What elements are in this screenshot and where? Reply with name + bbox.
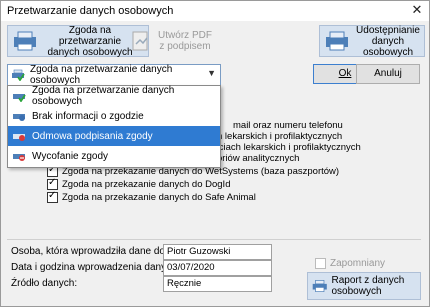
share-data-label: Udostępnianie danych osobowych <box>356 24 420 58</box>
cancel-button[interactable]: Anuluj <box>356 64 420 84</box>
checkbox-row[interactable]: Zgoda na przekazanie danych do Safe Anim… <box>47 190 256 203</box>
checkbox-label: oriów analitycznych <box>217 152 300 164</box>
printer-icon <box>312 280 327 292</box>
option-refusal[interactable]: Odmowa podpisania zgody <box>8 126 220 146</box>
checkbox-label: mail oraz numeru telefonu <box>233 119 343 131</box>
chevron-down-icon[interactable]: ▼ <box>207 68 216 78</box>
share-data-button[interactable]: Udostępnianie danych osobowych <box>319 24 425 58</box>
printer-icon <box>14 31 36 51</box>
source-label: Źródło danych: <box>11 278 78 289</box>
checkbox[interactable] <box>47 190 58 203</box>
select-value: Zgoda na przetwarzanie danych osobowych <box>30 64 173 86</box>
title-bar: Przetwarzanie danych osobowych ✕ <box>1 1 429 21</box>
option-no-info[interactable]: Brak informacji o zgodzie <box>8 106 220 126</box>
checkbox-label: Zgoda na przekazanie danych do Safe Anim… <box>62 191 256 203</box>
dialog-window: Przetwarzanie danych osobowych ✕ Zgoda n… <box>0 0 430 307</box>
signature-pdf-icon <box>132 31 148 51</box>
source-field[interactable]: Ręcznie <box>163 276 272 292</box>
entered-by-field[interactable]: Piotr Guzowski <box>163 244 272 260</box>
printer-icon <box>12 69 25 81</box>
close-icon[interactable]: ✕ <box>409 2 425 18</box>
option-withdrawal[interactable]: Wycofanie zgody <box>8 146 220 166</box>
forgotten-checkbox[interactable] <box>315 258 326 269</box>
checkbox-label: ściach lekarskich i profilaktycznych <box>214 141 361 153</box>
option-label: Brak informacji o zgodzie <box>32 110 144 122</box>
report-button-label: Raport z danych osobowych <box>331 275 405 297</box>
printer-share-icon <box>326 31 348 51</box>
date-label: Data i godzina wprowadzenia danych: <box>11 262 180 273</box>
checkbox-label: Zgoda na przekazanie danych do DogId <box>62 178 231 190</box>
option-label: Odmowa podpisania zgody <box>32 130 153 142</box>
option-label: Zgoda na przetwarzanie danych osobowych <box>32 85 175 107</box>
consent-type-dropdown: Zgoda na przetwarzanie danych osobowych … <box>7 85 221 168</box>
printer-x-icon <box>13 134 25 141</box>
window-title: Przetwarzanie danych osobowych <box>7 5 174 17</box>
option-label: Wycofanie zgody <box>32 150 109 162</box>
forgotten-label: Zapomniany <box>330 258 386 269</box>
consent-button-label: Zgoda na przetwarzanie danych osobowych <box>47 24 133 58</box>
create-pdf-label: Utwórz PDF z podpisem <box>158 30 212 52</box>
printer-question-icon <box>13 114 25 121</box>
checkbox-label: h lekarskich i profilaktycznych <box>217 130 343 142</box>
checkbox-row[interactable]: oriów analitycznych <box>217 152 299 164</box>
consent-type-select[interactable]: Zgoda na przetwarzanie danych osobowych … <box>7 64 221 86</box>
checkbox[interactable] <box>47 177 58 190</box>
printer-minus-icon <box>13 154 25 161</box>
footer-panel: Osoba, która wprowadziła dane do systemu… <box>7 239 421 300</box>
printer-check-icon <box>13 94 26 102</box>
checkbox-row[interactable]: Zgoda na przekazanie danych do DogId <box>47 177 231 190</box>
option-consent[interactable]: Zgoda na przetwarzanie danych osobowych <box>8 85 220 107</box>
create-pdf-button[interactable]: Utwórz PDF z podpisem <box>127 25 229 57</box>
report-button[interactable]: Raport z danych osobowych <box>307 272 421 300</box>
date-field[interactable]: 03/07/2020 <box>163 260 272 276</box>
forgotten-checkbox-row[interactable]: Zapomniany <box>315 258 385 269</box>
